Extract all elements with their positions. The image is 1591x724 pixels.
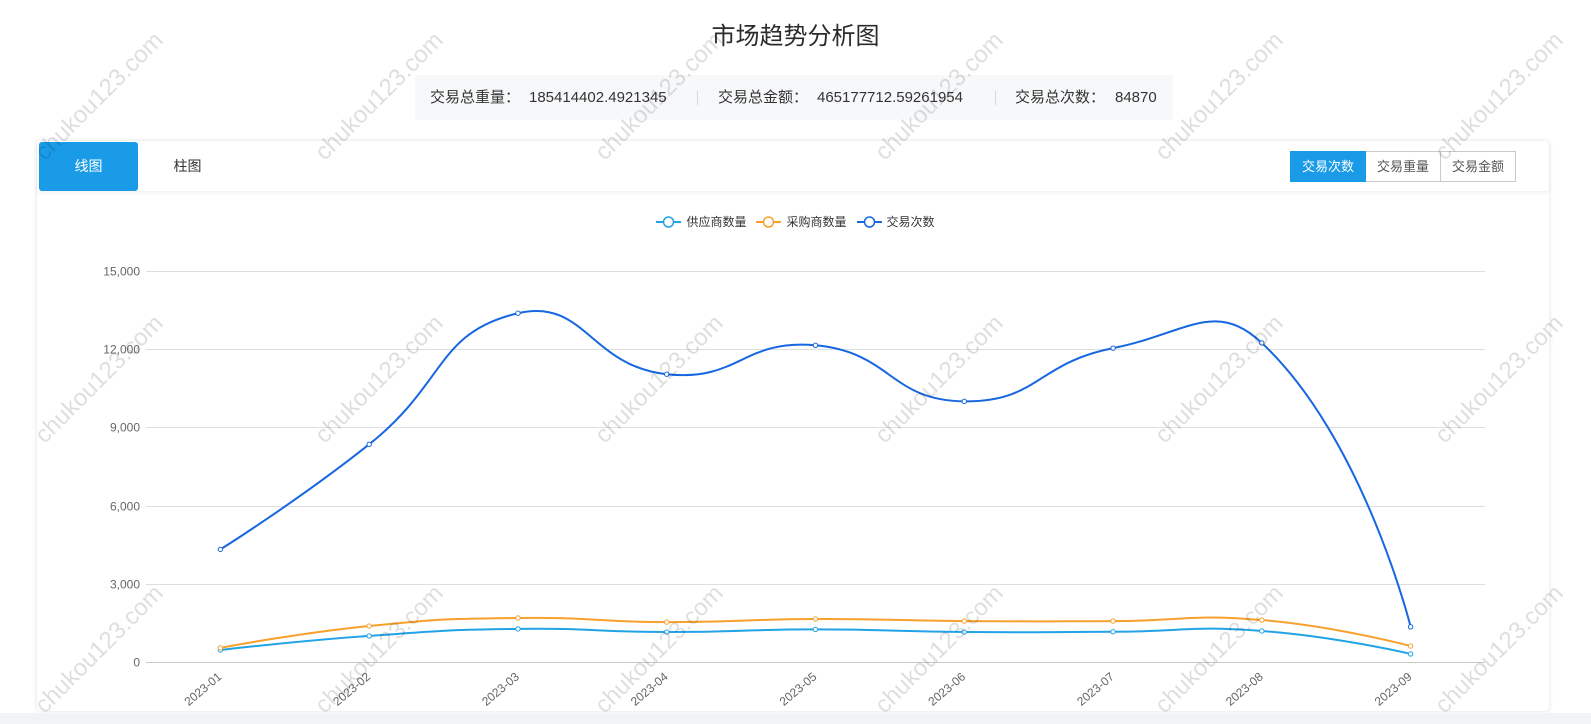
transaction-count-point [1110,345,1116,351]
supplier-count-point [961,629,967,635]
buyer-count-point [217,645,224,651]
x-tick-label: 2023-09 [1372,669,1415,708]
supplier-count-point [1407,651,1414,657]
x-tick-label: 2023-02 [330,669,373,708]
transaction-count-point [664,371,670,377]
transaction-count-point [366,441,372,448]
buyer-count-point [1259,617,1265,623]
buyer-count-point [1407,643,1414,649]
y-tick-label: 6,000 [110,500,140,514]
supplier-count-point [1259,628,1265,634]
transaction-count-point [515,310,521,316]
buyer-count-line [220,616,1411,649]
supplier-count-point [515,626,521,632]
y-tick-label: 0 [133,656,140,670]
transaction-count-point [1259,340,1265,346]
transaction-count-point [812,342,819,348]
x-tick-label: 2023-03 [479,669,522,708]
y-tick-label: 15,000 [103,265,140,279]
x-tick-label: 2023-01 [182,669,225,708]
y-tick-label: 12,000 [103,343,140,357]
supplier-count-point [812,626,819,633]
x-tick-label: 2023-06 [925,669,968,708]
line-chart-plot: 0 3,000 6,000 9,000 12,000 15,000 2023-01 2023-… [103,265,1485,709]
transaction-count-point [1407,624,1414,630]
series-supplier-count [217,626,1414,657]
buyer-count-point [1110,618,1116,624]
buyer-count-point [961,618,967,624]
x-tick-label: 2023-08 [1223,669,1266,708]
supplier-count-point [1110,629,1116,635]
buyer-count-point [515,615,521,621]
supplier-count-line [220,627,1411,655]
x-tick-label: 2023-04 [628,669,671,708]
supplier-count-point [366,633,372,639]
y-tick-label: 9,000 [110,421,140,435]
supplier-count-point [664,629,670,635]
x-tick-label: 2023-07 [1074,669,1117,708]
transaction-count-point [961,398,967,405]
buyer-count-point [812,616,819,622]
transaction-count-line [219,310,1412,628]
series-transaction-count [217,310,1414,630]
metric-button-transaction-count[interactable]: 交易次数 [1290,151,1366,182]
x-tick-label: 2023-05 [777,669,820,708]
y-tick-label: 3,000 [110,578,140,592]
buyer-count-point [664,619,670,625]
transaction-count-point [217,546,224,553]
buyer-count-point [366,623,372,629]
